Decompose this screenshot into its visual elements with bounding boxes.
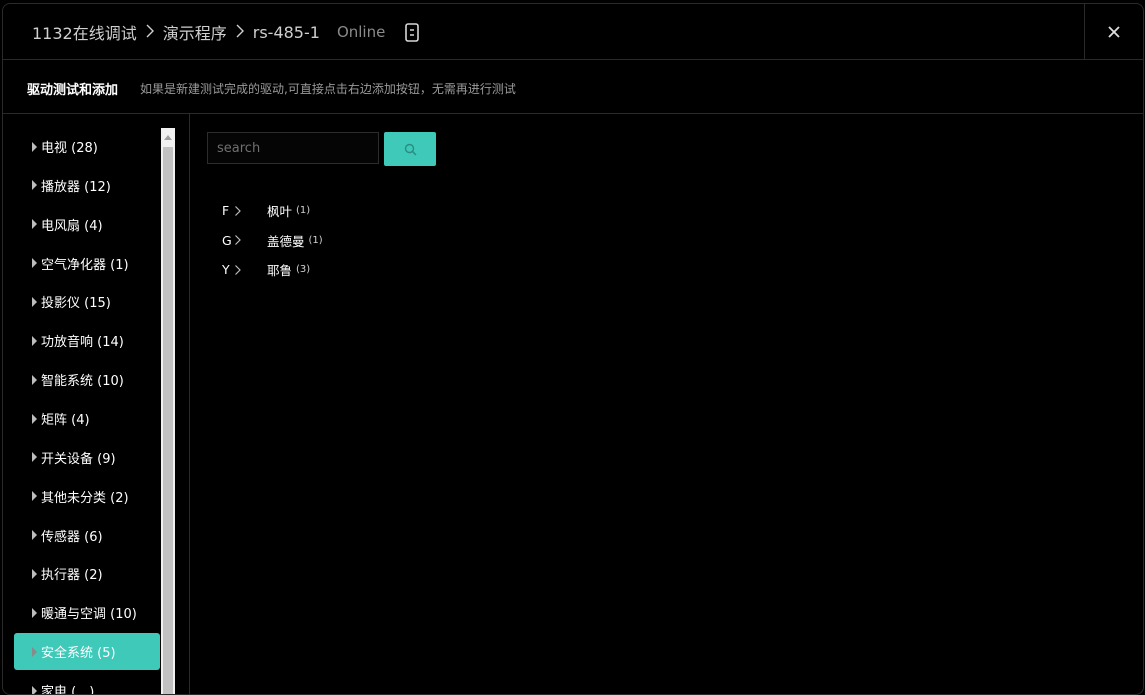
breadcrumb-item-program[interactable]: 演示程序 [163,20,227,44]
chevron-right-icon [227,23,253,42]
chevron-right-icon [234,263,244,277]
brand-name[interactable]: 盖德曼 [267,231,305,250]
sidebar-item-label: 电视 (28) [41,141,98,156]
connection-status: Online [336,23,386,41]
sidebar-item[interactable]: 执行器 (2) [14,555,160,592]
sidebar-item-label: 传感器 (6) [41,529,103,545]
brand-row: F 枫叶 (1) [222,196,323,226]
search-input[interactable] [208,133,378,163]
dialog-header: 1132在线调试 演示程序 rs-485-1 Online [3,4,1143,60]
section-header: 驱动测试和添加 如果是新建测试完成的驱动,可直接点击右边添加按钮，无需再进行测试 [3,60,1143,114]
sidebar-item-label: 空气净化器 (1) [41,257,129,273]
sidebar-item[interactable]: 家电 (…) [14,672,160,694]
category-list: 电视 (28) 播放器 (12) 电风扇 (4) 空气净化器 (1) 投影仪 (15) 功… [14,128,160,694]
brand-index-letter: F [222,203,230,219]
caret-right-icon [32,258,37,269]
search-field[interactable] [207,132,379,164]
category-sidebar: 电视 (28) 播放器 (12) 电风扇 (4) 空气净化器 (1) 投影仪 (15) 功… [3,114,190,694]
caret-right-icon [32,568,37,579]
brand-row: Y 耶鲁 (3) [222,255,323,285]
sidebar-item-label: 执行器 (2) [41,568,103,584]
caret-right-icon [32,335,37,346]
brand-index-letter: G [222,232,232,248]
caret-right-icon [32,491,37,502]
brand-row: G 盖德曼 (1) [222,226,323,256]
sidebar-item-label: 安全系统 (5) [41,646,116,662]
sidebar-item[interactable]: 安全系统 (5) [14,633,160,671]
sidebar-item[interactable]: 电风扇 (4) [14,206,160,243]
sidebar-item-label: 矩阵 (4) [41,413,90,429]
caret-right-icon [32,646,37,657]
sidebar-item[interactable]: 空气净化器 (1) [14,245,160,282]
brand-name[interactable]: 耶鲁 [267,260,292,279]
breadcrumb-item-port: rs-485-1 [252,22,320,42]
brand-count: (3) [296,264,311,276]
search-button[interactable] [384,132,436,166]
breadcrumb-item-project[interactable]: 1132在线调试 [32,20,137,44]
sidebar-item[interactable]: 其他未分类 (2) [14,478,160,515]
sidebar-item-label: 开关设备 (9) [41,451,116,467]
sidebar-item-label: 投影仪 (15) [41,296,111,312]
section-title: 驱动测试和添加 [27,83,119,98]
sidebar-item[interactable]: 矩阵 (4) [14,400,160,437]
brand-list: F 枫叶 (1) G 盖德曼 (1) Y 耶鲁 (3) [222,196,323,285]
sidebar-item[interactable]: 功放音响 (14) [14,322,160,359]
sidebar-item-label: 电风扇 (4) [41,218,103,234]
scroll-up-icon[interactable] [161,128,175,145]
chevron-right-icon [234,204,244,218]
sidebar-item[interactable]: 投影仪 (15) [14,283,160,320]
sidebar-item-label: 播放器 (12) [41,179,111,195]
caret-right-icon [32,141,37,152]
sidebar-item[interactable]: 开关设备 (9) [14,439,160,476]
caret-right-icon [32,530,37,541]
sidebar-item[interactable]: 播放器 (12) [14,167,160,204]
brand-name[interactable]: 枫叶 [267,201,292,220]
sidebar-item[interactable]: 电视 (28) [14,128,160,165]
brand-panel: F枫叶(1)G盖德曼(1)Y耶鲁(3) [190,114,1143,694]
breadcrumb: 1132在线调试 演示程序 rs-485-1 Online [32,20,420,44]
sidebar-item[interactable]: 传感器 (6) [14,517,160,554]
chevron-right-icon [137,23,163,42]
brand-index-letter: Y [222,262,230,278]
caret-right-icon [32,607,37,618]
caret-right-icon [32,219,37,230]
sidebar-item-label: 功放音响 (14) [41,335,124,351]
scrollbar-thumb[interactable] [163,147,173,694]
caret-right-icon [32,180,37,191]
caret-right-icon [32,296,37,307]
sidebar-item-label: 智能系统 (10) [41,374,124,390]
caret-right-icon [32,685,37,694]
caret-right-icon [32,374,37,385]
caret-right-icon [32,452,37,463]
sidebar-item[interactable]: 智能系统 (10) [14,361,160,398]
sidebar-item-label: 其他未分类 (2) [41,490,129,506]
sidebar-item-label: 暖通与空调 (10) [41,607,137,623]
close-button[interactable] [1084,4,1143,59]
caret-right-icon [32,413,37,424]
brand-count: (1) [308,234,323,246]
search-icon [404,143,416,155]
close-icon [1108,25,1120,38]
sidebar-scrollbar[interactable] [161,128,175,694]
tablet-icon[interactable] [403,22,420,42]
section-description: 如果是新建测试完成的驱动,可直接点击右边添加按钮，无需再进行测试 [140,82,516,96]
chevron-right-icon [234,233,244,247]
driver-test-dialog: 1132在线调试 演示程序 rs-485-1 Online 驱动测试和添加 如果… [2,3,1144,695]
sidebar-item[interactable]: 暖通与空调 (10) [14,594,160,631]
brand-count: (1) [296,205,311,217]
